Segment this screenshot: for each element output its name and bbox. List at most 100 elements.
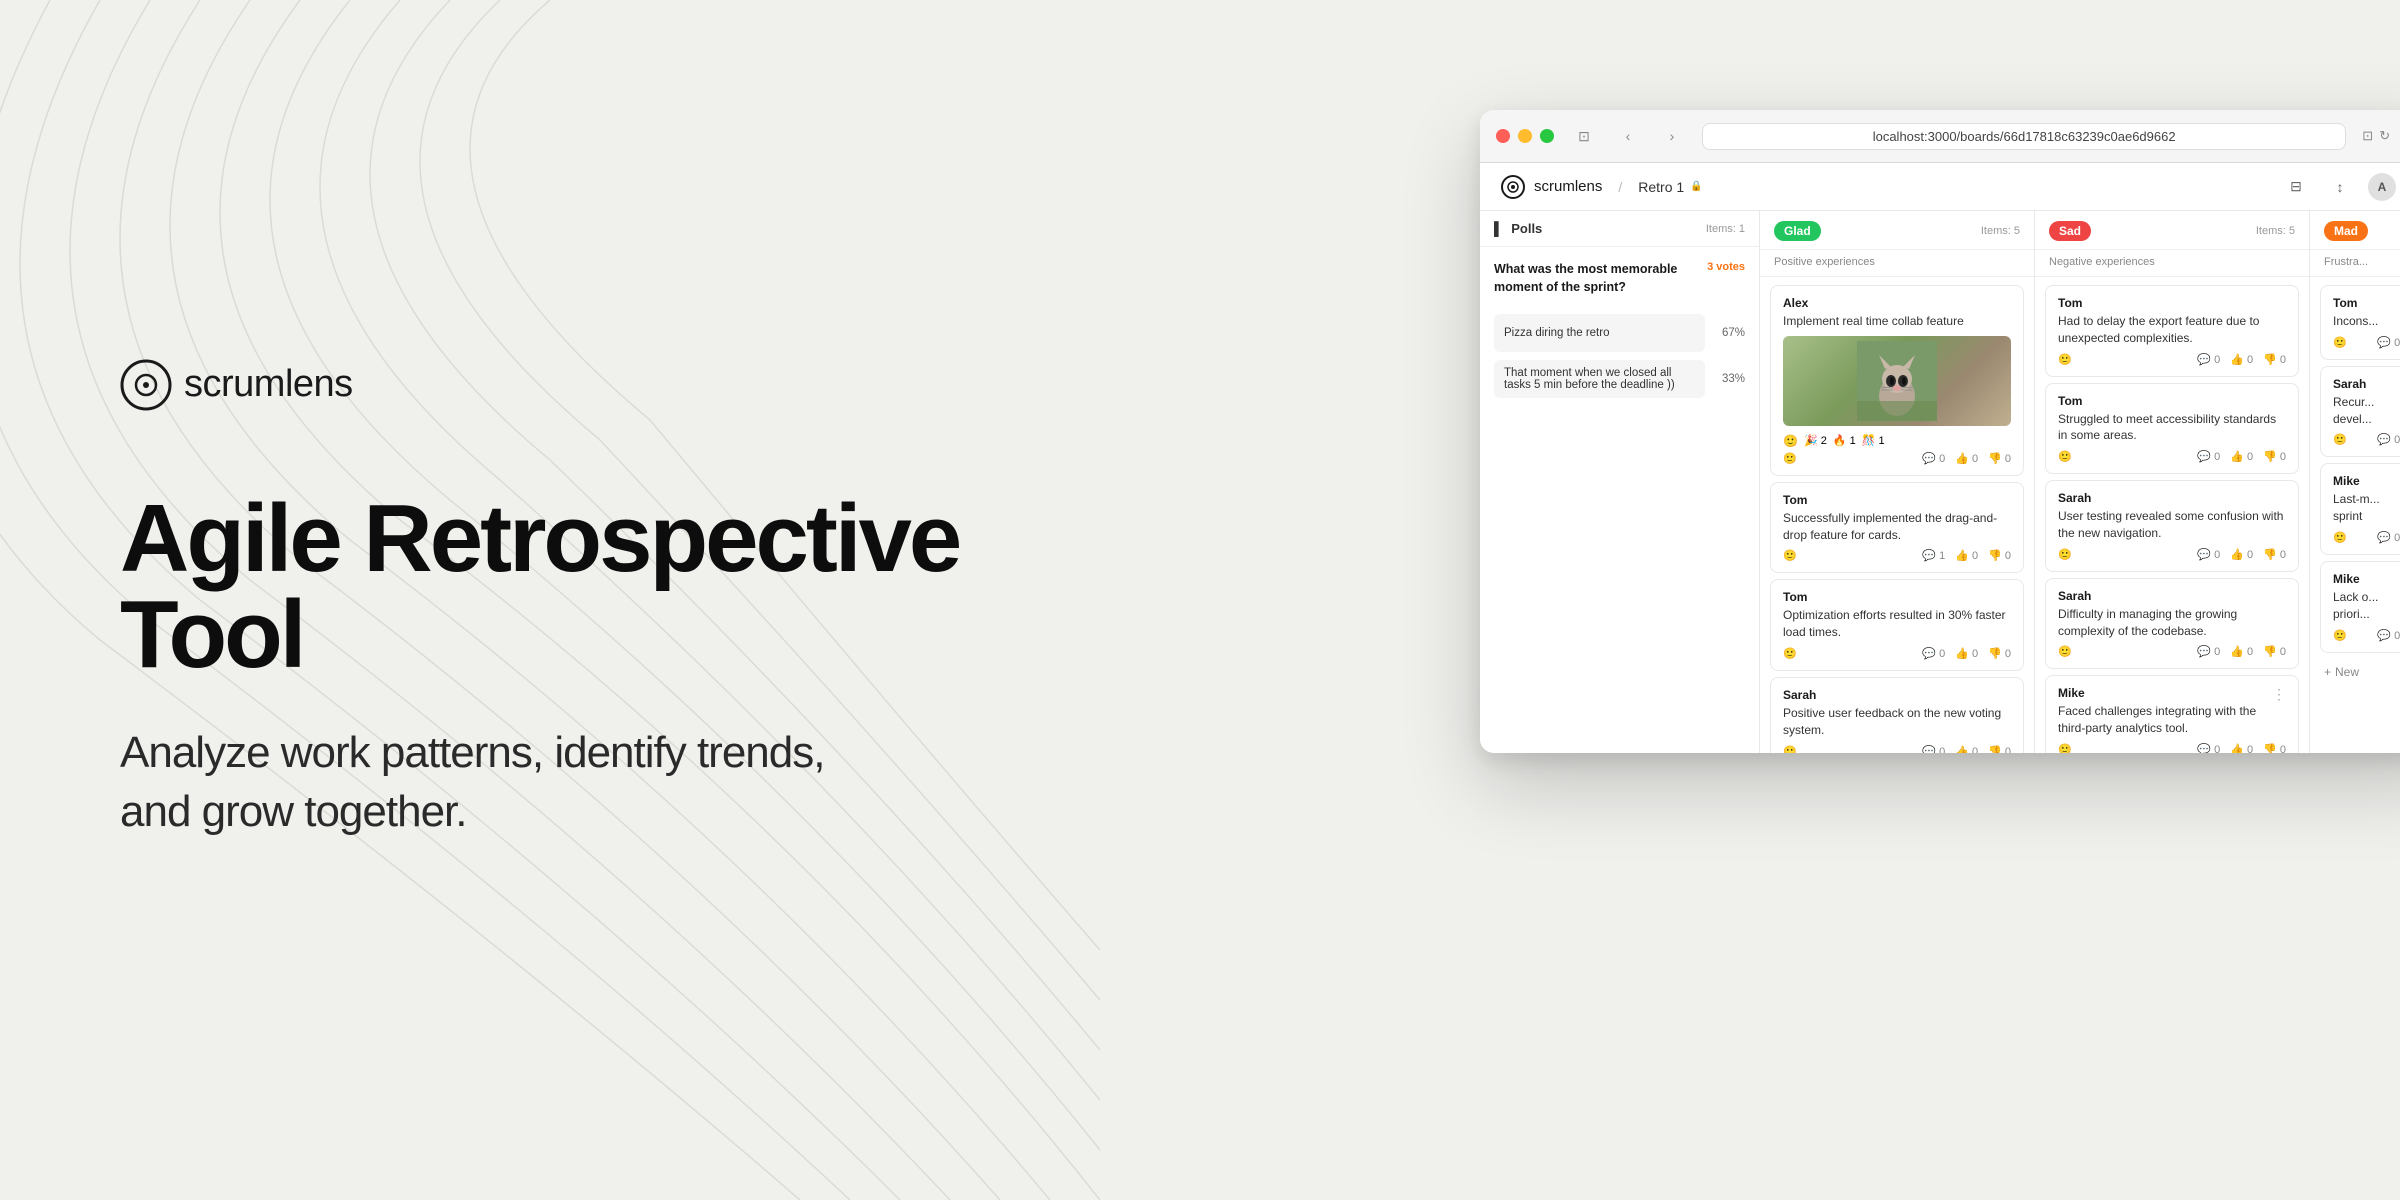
card-text: Optimization efforts resulted in 30% fas… [1783,607,2011,641]
smiley-icon[interactable]: 🙂 [1783,434,1798,448]
downvote-action[interactable]: 👎 0 [2263,450,2286,463]
card-author: Sarah [2333,377,2400,391]
downvote-action[interactable]: 👎 0 [2263,743,2286,753]
address-bar[interactable]: localhost:3000/boards/66d17818c63239c0ae… [1702,123,2346,150]
filter-button[interactable]: ⊟ [2280,171,2312,203]
upvote-action[interactable]: 👍 0 [1955,452,1978,465]
back-button[interactable]: ‹ [1614,122,1642,150]
mad-description: Frustra... [2310,250,2400,277]
card-actions: 💬 0 👍 0 👎 0 [1922,647,2011,660]
poll-option-pct-1: 67% [1713,327,1745,339]
browser-window: ⊡ ‹ › localhost:3000/boards/66d17818c632… [1480,110,2400,753]
react-icon[interactable]: 🙂 [2058,645,2072,658]
downvote-action[interactable]: 👎 0 [1988,647,2011,660]
forward-button[interactable]: › [1658,122,1686,150]
marketing-headline: Agile Retrospective Tool [120,491,980,683]
comment-action[interactable]: 💬 1 [1922,549,1945,562]
mad-label: Mad [2324,221,2368,241]
window-mode-icon[interactable]: ⊡ [1570,122,1598,150]
traffic-lights [1496,129,1554,143]
comment-action[interactable]: 💬 0 [2377,433,2400,446]
poll-option-2: That moment when we closed all tasks 5 m… [1494,360,1745,398]
card-footer: 🙂 💬 0 👍 0 👎 0 [2333,629,2400,642]
react-icon[interactable]: 🙂 [1783,549,1797,562]
downvote-action[interactable]: 👎 0 [2263,548,2286,561]
sad-card-1: Tom Had to delay the export feature due … [2045,285,2299,377]
card-text: Lack o...priori... [2333,589,2400,623]
glad-column-header: Glad Items: 5 [1760,211,2034,250]
upvote-action[interactable]: 👍 0 [2230,743,2253,753]
sad-card-3: Sarah User testing revealed some confusi… [2045,480,2299,572]
minimize-button[interactable] [1518,129,1532,143]
comment-action[interactable]: 💬 0 [2377,531,2400,544]
comment-action[interactable]: 💬 0 [1922,452,1945,465]
react-icon[interactable]: 🙂 [2058,548,2072,561]
card-text: User testing revealed some confusion wit… [2058,508,2286,542]
comment-action[interactable]: 💬 0 [2377,629,2400,642]
react-icon[interactable]: 🙂 [1783,452,1797,465]
upvote-action[interactable]: 👍 0 [2230,450,2253,463]
breadcrumb-sep: / [1618,179,1622,195]
glad-column: Glad Items: 5 Positive experiences Alex … [1760,211,2035,753]
react-icon[interactable]: 🙂 [2058,450,2072,463]
logo-icon [120,359,172,411]
browser-chrome: ⊡ ‹ › localhost:3000/boards/66d17818c632… [1480,110,2400,163]
downvote-action[interactable]: 👎 0 [2263,353,2286,366]
comment-action[interactable]: 💬 0 [2377,336,2400,349]
card-author: Alex [1783,296,2011,310]
comment-action[interactable]: 💬 0 [2197,548,2220,561]
poll-option-text-1: Pizza diring the retro [1494,314,1705,352]
react-icon[interactable]: 🙂 [1783,647,1797,660]
react-icon[interactable]: 🙂 [2333,531,2347,544]
reload-icon[interactable]: ↻ [2379,128,2390,144]
comment-action[interactable]: 💬 0 [2197,353,2220,366]
reader-icon[interactable]: ⊡ [2362,128,2373,144]
sad-items-count: Items: 5 [2256,225,2295,237]
comment-action[interactable]: 💬 0 [2197,743,2220,753]
react-icon[interactable]: 🙂 [2058,353,2072,366]
upvote-action[interactable]: 👍 0 [1955,549,1978,562]
comment-action[interactable]: 💬 0 [2197,450,2220,463]
upvote-action[interactable]: 👍 0 [1955,647,1978,660]
poll-option-pct-2: 33% [1713,373,1745,385]
app-logo-icon [1500,174,1526,200]
upvote-action[interactable]: 👍 0 [1955,745,1978,753]
card-footer: 🙂 💬 1 👍 0 👎 0 [1783,549,2011,562]
glad-description: Positive experiences [1760,250,2034,277]
react-icon[interactable]: 🙂 [2333,336,2347,349]
upvote-action[interactable]: 👍 0 [2230,353,2253,366]
add-card-button[interactable]: + New [2310,659,2400,685]
maximize-button[interactable] [1540,129,1554,143]
downvote-action[interactable]: 👎 0 [1988,745,2011,753]
card-footer: 🙂 💬 0 👍 0 👎 0 [2333,433,2400,446]
sad-items: Tom Had to delay the export feature due … [2035,277,2309,753]
react-icon[interactable]: 🙂 [1783,745,1797,753]
polls-items-count: Items: 1 [1706,223,1745,235]
downvote-action[interactable]: 👎 0 [1988,452,2011,465]
upvote-action[interactable]: 👍 0 [2230,548,2253,561]
card-actions: 💬 0 👍 0 👎 0 [2197,743,2286,753]
close-button[interactable] [1496,129,1510,143]
breadcrumb-board[interactable]: Retro 1 🔒 [1638,179,1702,195]
comment-action[interactable]: 💬 0 [2197,645,2220,658]
card-footer: 🙂 💬 0 👍 0 👎 0 [2058,548,2286,561]
card-text: Last-m...sprint [2333,491,2400,525]
card-author: Sarah [1783,688,2011,702]
react-icon[interactable]: 🙂 [2058,743,2072,753]
react-icon[interactable]: 🙂 [2333,433,2347,446]
react-icon[interactable]: 🙂 [2333,629,2347,642]
downvote-action[interactable]: 👎 0 [1988,549,2011,562]
card-actions: 💬 0 👍 0 👎 0 [2377,629,2400,642]
upvote-action[interactable]: 👍 0 [2230,645,2253,658]
comment-action[interactable]: 💬 0 [1922,745,1945,753]
mad-card-2: Sarah Recur...devel... 🙂 💬 0 👍 0 👎 0 [2320,366,2400,458]
sort-button[interactable]: ↕ [2324,171,2356,203]
comment-action[interactable]: 💬 0 [1922,647,1945,660]
poll-option-1: Pizza diring the retro 67% [1494,314,1745,352]
glad-label: Glad [1774,221,1821,241]
user-avatar[interactable]: A [2368,173,2396,201]
more-options-icon[interactable]: ⋮ [2272,686,2286,703]
card-footer: 🙂 💬 0 👍 0 👎 0 [2058,353,2286,366]
downvote-action[interactable]: 👎 0 [2263,645,2286,658]
reaction-confetti: 🎊 1 [1862,434,1885,447]
